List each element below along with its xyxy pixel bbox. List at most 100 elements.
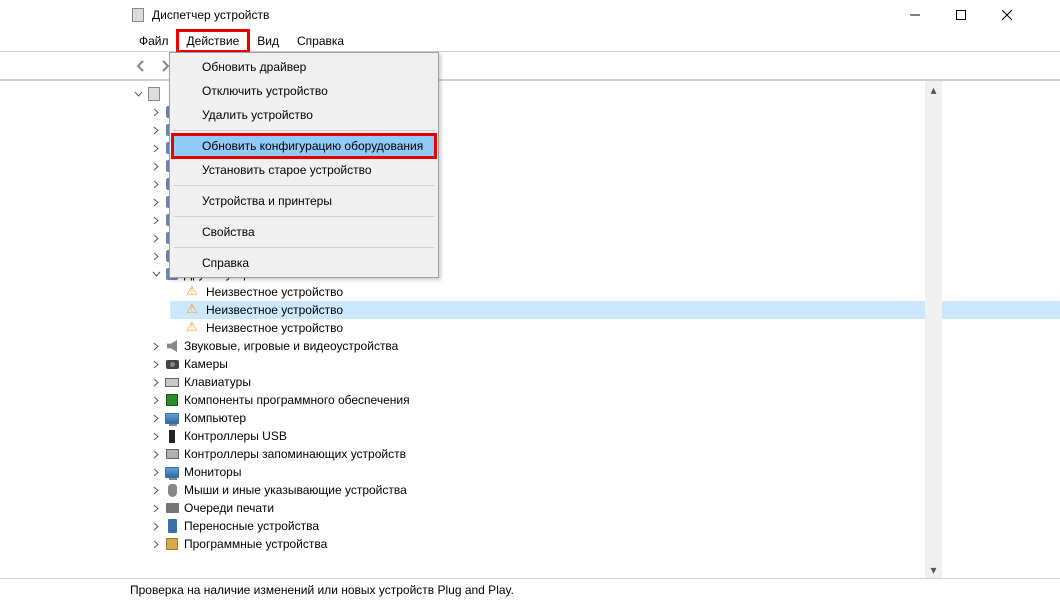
dropdown-item[interactable]: Удалить устройство — [172, 103, 436, 127]
tree-node[interactable]: Контроллеры запоминающих устройств — [148, 445, 1060, 463]
monitor-icon — [164, 464, 180, 480]
dropdown-item[interactable]: Обновить драйвер — [172, 55, 436, 79]
tree-node-label: Мониторы — [184, 465, 241, 479]
vertical-scrollbar[interactable]: ▴ ▾ — [925, 81, 942, 578]
expand-icon[interactable] — [150, 106, 162, 118]
tree-node-label: Неизвестное устройство — [206, 303, 343, 317]
menu-separator — [174, 185, 434, 186]
soft-icon — [164, 536, 180, 552]
tree-node-label: Программные устройства — [184, 537, 327, 551]
statusbar: Проверка на наличие изменений или новых … — [0, 578, 1060, 600]
tree-node-label: Компьютер — [184, 411, 246, 425]
window-controls — [892, 0, 1030, 30]
tree-node[interactable]: Контроллеры USB — [148, 427, 1060, 445]
menu-вид[interactable]: Вид — [248, 31, 288, 51]
menu-separator — [174, 216, 434, 217]
app-icon — [130, 7, 146, 23]
expand-icon[interactable] — [150, 466, 162, 478]
tree-node-label: Камеры — [184, 357, 228, 371]
tree-node-label: Очереди печати — [184, 501, 274, 515]
tree-node[interactable]: Камеры — [148, 355, 1060, 373]
dropdown-item[interactable]: Свойства — [172, 220, 436, 244]
warn-icon — [186, 302, 202, 318]
tree-node-label: Неизвестное устройство — [206, 321, 343, 335]
tree-node-label: Компоненты программного обеспечения — [184, 393, 410, 407]
expand-icon[interactable] — [150, 196, 162, 208]
device-tree[interactable]: Другие устройстваНеизвестное устройствоН… — [0, 81, 1060, 578]
pc-icon — [146, 86, 162, 102]
tree-node[interactable]: Мониторы — [148, 463, 1060, 481]
menu-действие[interactable]: Действие — [178, 31, 249, 51]
window: Диспетчер устройств ФайлДействиеВидСправ… — [0, 0, 1060, 600]
back-button[interactable] — [130, 55, 152, 77]
collapse-icon[interactable] — [150, 268, 162, 280]
menu-справка[interactable]: Справка — [288, 31, 353, 51]
expand-icon[interactable] — [150, 178, 162, 190]
expand-icon[interactable] — [150, 160, 162, 172]
action-dropdown: Обновить драйверОтключить устройствоУдал… — [169, 52, 439, 278]
expand-icon[interactable] — [150, 250, 162, 262]
audio-icon — [164, 338, 180, 354]
toolbar — [0, 52, 1060, 80]
spacer — [172, 286, 184, 298]
usb-icon — [164, 428, 180, 444]
window-title: Диспетчер устройств — [152, 8, 892, 22]
scroll-track[interactable] — [925, 98, 942, 561]
tree-node-label: Клавиатуры — [184, 375, 251, 389]
titlebar: Диспетчер устройств — [0, 0, 1060, 30]
expand-icon[interactable] — [150, 124, 162, 136]
expand-icon[interactable] — [150, 520, 162, 532]
spacer — [172, 322, 184, 334]
chip-icon — [164, 392, 180, 408]
scroll-down-button[interactable]: ▾ — [925, 561, 942, 578]
printer-icon — [164, 500, 180, 516]
camera-icon — [164, 356, 180, 372]
mouse-icon — [164, 482, 180, 498]
spacer — [172, 304, 184, 316]
storage-icon — [164, 446, 180, 462]
scroll-up-button[interactable]: ▴ — [925, 81, 942, 98]
warn-icon — [186, 284, 202, 300]
tree-node[interactable]: Компьютер — [148, 409, 1060, 427]
close-button[interactable] — [984, 0, 1030, 30]
menu-separator — [174, 247, 434, 248]
tree-node[interactable]: Клавиатуры — [148, 373, 1060, 391]
collapse-icon[interactable] — [132, 88, 144, 100]
minimize-button[interactable] — [892, 0, 938, 30]
tree-node-label: Мыши и иные указывающие устройства — [184, 483, 407, 497]
tree-node[interactable]: Переносные устройства — [148, 517, 1060, 535]
portable-icon — [164, 518, 180, 534]
menubar: ФайлДействиеВидСправка Обновить драйверО… — [0, 30, 1060, 52]
tree-node[interactable]: Программные устройства — [148, 535, 1060, 553]
monitor-icon — [164, 410, 180, 426]
dropdown-item[interactable]: Установить старое устройство — [172, 158, 436, 182]
expand-icon[interactable] — [150, 358, 162, 370]
tree-node[interactable]: Мыши и иные указывающие устройства — [148, 481, 1060, 499]
tree-node-label: Контроллеры USB — [184, 429, 287, 443]
tree-node-label: Неизвестное устройство — [206, 285, 343, 299]
dropdown-item[interactable]: Обновить конфигурацию оборудования — [172, 134, 436, 158]
expand-icon[interactable] — [150, 376, 162, 388]
expand-icon[interactable] — [150, 340, 162, 352]
tree-node[interactable]: Звуковые, игровые и видеоустройства — [148, 337, 1060, 355]
expand-icon[interactable] — [150, 448, 162, 460]
dropdown-item[interactable]: Справка — [172, 251, 436, 275]
expand-icon[interactable] — [150, 430, 162, 442]
tree-node[interactable]: Компоненты программного обеспечения — [148, 391, 1060, 409]
dropdown-item[interactable]: Устройства и принтеры — [172, 189, 436, 213]
maximize-button[interactable] — [938, 0, 984, 30]
expand-icon[interactable] — [150, 394, 162, 406]
tree-node[interactable]: Очереди печати — [148, 499, 1060, 517]
tree-node-label: Переносные устройства — [184, 519, 319, 533]
expand-icon[interactable] — [150, 484, 162, 496]
expand-icon[interactable] — [150, 502, 162, 514]
keyboard-icon — [164, 374, 180, 390]
expand-icon[interactable] — [150, 142, 162, 154]
menu-файл[interactable]: Файл — [130, 31, 178, 51]
expand-icon[interactable] — [150, 538, 162, 550]
expand-icon[interactable] — [150, 232, 162, 244]
expand-icon[interactable] — [150, 412, 162, 424]
dropdown-item[interactable]: Отключить устройство — [172, 79, 436, 103]
expand-icon[interactable] — [150, 214, 162, 226]
status-text: Проверка на наличие изменений или новых … — [130, 583, 514, 597]
